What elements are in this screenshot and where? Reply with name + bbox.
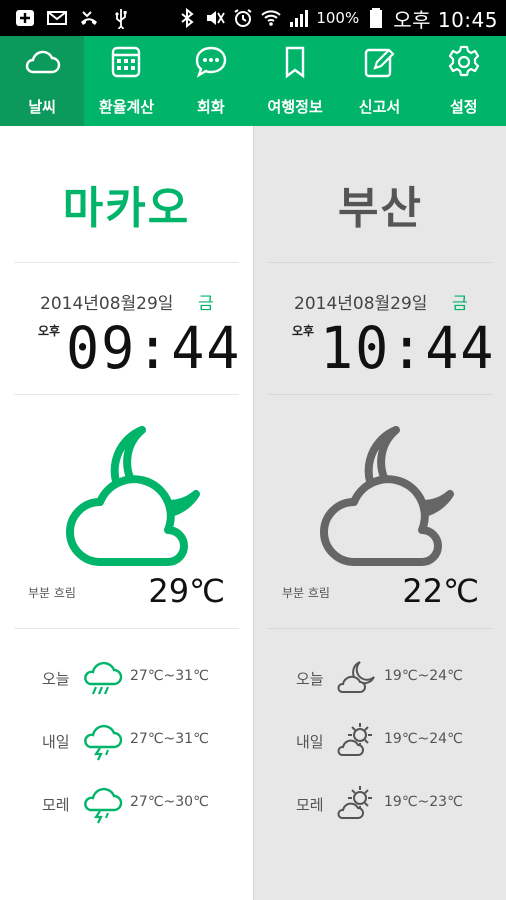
- gear-icon: [444, 42, 484, 82]
- status-bar: 100% 오후 10:45: [0, 0, 506, 36]
- city-panel-macau[interactable]: 마카오 2014년08월29일 금 오후 09:44 부분 흐림 29℃ 오늘 …: [0, 126, 253, 900]
- cloud-moon-icon: [334, 658, 378, 698]
- temperature-text: 29℃: [148, 572, 225, 610]
- forecast-day: 모레: [296, 796, 324, 814]
- calculator-icon: [106, 42, 146, 82]
- battery-percent: 100%: [316, 9, 360, 27]
- condition-text: 부분 흐림: [28, 586, 76, 600]
- forecast-range: 27℃~31℃: [130, 668, 209, 684]
- battery-icon: [365, 7, 387, 29]
- tab-travel-info[interactable]: 여행정보: [253, 36, 337, 126]
- tab-label: 여행정보: [267, 98, 323, 116]
- forecast-day: 오늘: [296, 670, 324, 688]
- forecast-day: 내일: [296, 733, 324, 751]
- missed-call-icon: [78, 7, 100, 29]
- status-time: 오후 10:45: [393, 7, 498, 32]
- temperature-text: 22℃: [402, 572, 479, 610]
- chat-bubble-icon: [191, 42, 231, 82]
- clock-time: 10:44: [320, 314, 496, 382]
- divider: [268, 262, 493, 263]
- tab-currency[interactable]: 환율계산: [84, 36, 168, 126]
- forecast-range: 27℃~30℃: [130, 794, 209, 810]
- forecast-row-tomorrow: 내일 19℃~24℃: [254, 719, 506, 763]
- tab-label: 설정: [450, 98, 478, 116]
- usb-icon: [110, 7, 132, 29]
- tab-bar: 날씨 환율계산 회화 여행정보 신고서 설정: [0, 36, 506, 126]
- bluetooth-icon: [176, 7, 198, 29]
- forecast-day: 오늘: [42, 670, 70, 688]
- partly-cloudy-night-icon: [50, 422, 210, 574]
- city-panel-busan[interactable]: 부산 2014년08월29일 금 오후 10:44 부분 흐림 22℃ 오늘 1…: [253, 126, 506, 900]
- forecast-row-today: 오늘 27℃~31℃: [0, 656, 253, 700]
- divider: [268, 394, 493, 395]
- cloud-icon: [22, 42, 62, 82]
- forecast-range: 27℃~31℃: [130, 731, 209, 747]
- clock-time: 09:44: [66, 314, 242, 382]
- forecast-row-day-after: 모레 27℃~30℃: [0, 782, 253, 826]
- tab-conversation[interactable]: 회화: [169, 36, 253, 126]
- partly-cloudy-night-icon: [304, 422, 464, 574]
- weekday-text: 금: [198, 294, 214, 314]
- bookmark-icon: [275, 42, 315, 82]
- cloud-thunder-icon: [80, 721, 124, 761]
- forecast-range: 19℃~23℃: [384, 794, 463, 810]
- cloud-sun-icon: [334, 721, 378, 761]
- cloud-thunder-icon: [80, 784, 124, 824]
- tab-label: 환율계산: [98, 98, 155, 116]
- tab-label: 신고서: [358, 98, 401, 116]
- signal-icon: [288, 7, 310, 29]
- divider: [14, 262, 239, 263]
- divider: [268, 628, 493, 629]
- tab-declaration[interactable]: 신고서: [337, 36, 421, 126]
- wifi-icon: [260, 7, 282, 29]
- tab-settings[interactable]: 설정: [422, 36, 506, 126]
- ampm-text: 오후: [38, 324, 61, 338]
- ampm-text: 오후: [292, 324, 315, 338]
- forecast-day: 모레: [42, 796, 70, 814]
- pencil-icon: [359, 42, 399, 82]
- city-name: 부산: [338, 183, 423, 234]
- plus-box-icon: [14, 7, 36, 29]
- mute-icon: [204, 7, 226, 29]
- tab-weather[interactable]: 날씨: [0, 36, 85, 126]
- cloud-rain-icon: [80, 658, 124, 698]
- date-text: 2014년08월29일: [40, 294, 174, 314]
- tab-label: 회화: [197, 98, 225, 116]
- condition-text: 부분 흐림: [282, 586, 330, 600]
- forecast-day: 내일: [42, 733, 70, 751]
- forecast-range: 19℃~24℃: [384, 668, 463, 684]
- divider: [14, 628, 239, 629]
- forecast-range: 19℃~24℃: [384, 731, 463, 747]
- alarm-icon: [232, 7, 254, 29]
- city-name: 마카오: [62, 183, 191, 234]
- date-text: 2014년08월29일: [294, 294, 428, 314]
- divider: [14, 394, 239, 395]
- forecast-row-day-after: 모레 19℃~23℃: [254, 782, 506, 826]
- forecast-row-tomorrow: 내일 27℃~31℃: [0, 719, 253, 763]
- forecast-row-today: 오늘 19℃~24℃: [254, 656, 506, 700]
- cloud-sun-icon: [334, 784, 378, 824]
- tab-label: 날씨: [28, 98, 56, 116]
- weekday-text: 금: [452, 294, 468, 314]
- mail-icon: [46, 7, 68, 29]
